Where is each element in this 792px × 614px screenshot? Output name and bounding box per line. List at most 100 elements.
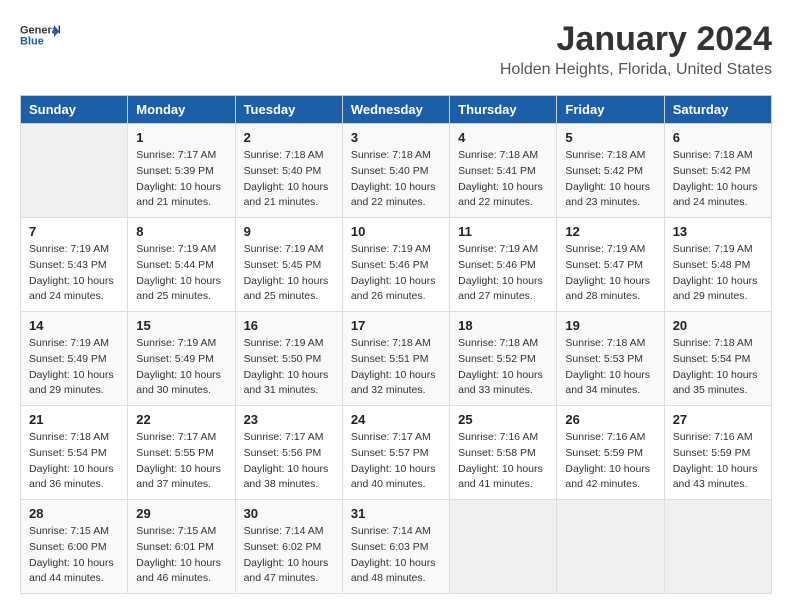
day-info: Sunrise: 7:19 AM Sunset: 5:49 PM Dayligh… [136, 336, 226, 399]
day-number: 5 [565, 130, 655, 145]
day-number: 24 [351, 412, 441, 427]
calendar-cell: 16 Sunrise: 7:19 AM Sunset: 5:50 PM Dayli… [235, 312, 342, 406]
calendar-cell [450, 500, 557, 594]
calendar-cell: 2 Sunrise: 7:18 AM Sunset: 5:40 PM Daylig… [235, 124, 342, 218]
calendar-cell: 7 Sunrise: 7:19 AM Sunset: 5:43 PM Daylig… [21, 218, 128, 312]
day-number: 7 [29, 224, 119, 239]
calendar-cell: 11 Sunrise: 7:19 AM Sunset: 5:46 PM Dayli… [450, 218, 557, 312]
calendar-cell: 24 Sunrise: 7:17 AM Sunset: 5:57 PM Dayli… [342, 406, 449, 500]
calendar-cell: 4 Sunrise: 7:18 AM Sunset: 5:41 PM Daylig… [450, 124, 557, 218]
day-number: 9 [244, 224, 334, 239]
calendar-cell: 8Sunrise: 7:19 AM Sunset: 5:44 PM Daylig… [128, 218, 235, 312]
day-number: 6 [673, 130, 763, 145]
day-number: 31 [351, 506, 441, 521]
day-number: 16 [244, 318, 334, 333]
calendar-cell: 27Sunrise: 7:16 AM Sunset: 5:59 PM Dayli… [664, 406, 771, 500]
calendar-cell: 26Sunrise: 7:16 AM Sunset: 5:59 PM Dayli… [557, 406, 664, 500]
calendar-cell: 1Sunrise: 7:17 AM Sunset: 5:39 PM Daylig… [128, 124, 235, 218]
calendar-cell: 3 Sunrise: 7:18 AM Sunset: 5:40 PM Daylig… [342, 124, 449, 218]
weekday-header-sunday: Sunday [21, 96, 128, 124]
week-row-3: 14 Sunrise: 7:19 AM Sunset: 5:49 PM Dayli… [21, 312, 772, 406]
day-info: Sunrise: 7:18 AM Sunset: 5:54 PM Dayligh… [673, 336, 763, 399]
day-info: Sunrise: 7:14 AM Sunset: 6:02 PM Dayligh… [244, 524, 334, 587]
title-section: January 2024 Holden Heights, Florida, Un… [500, 20, 772, 79]
day-info: Sunrise: 7:19 AM Sunset: 5:45 PM Dayligh… [244, 242, 334, 305]
day-number: 27 [673, 412, 763, 427]
week-row-1: 1Sunrise: 7:17 AM Sunset: 5:39 PM Daylig… [21, 124, 772, 218]
day-info: Sunrise: 7:19 AM Sunset: 5:50 PM Dayligh… [244, 336, 334, 399]
day-info: Sunrise: 7:14 AM Sunset: 6:03 PM Dayligh… [351, 524, 441, 587]
day-number: 4 [458, 130, 548, 145]
day-number: 11 [458, 224, 548, 239]
day-info: Sunrise: 7:17 AM Sunset: 5:55 PM Dayligh… [136, 430, 226, 493]
calendar-cell: 29 Sunrise: 7:15 AM Sunset: 6:01 PM Dayli… [128, 500, 235, 594]
day-info: Sunrise: 7:18 AM Sunset: 5:40 PM Dayligh… [244, 148, 334, 211]
calendar-table: SundayMondayTuesdayWednesdayThursdayFrid… [20, 95, 772, 594]
month-title: January 2024 [500, 20, 772, 59]
day-info: Sunrise: 7:19 AM Sunset: 5:46 PM Dayligh… [351, 242, 441, 305]
day-number: 8 [136, 224, 226, 239]
weekday-header-saturday: Saturday [664, 96, 771, 124]
day-info: Sunrise: 7:18 AM Sunset: 5:40 PM Dayligh… [351, 148, 441, 211]
calendar-cell: 25 Sunrise: 7:16 AM Sunset: 5:58 PM Dayli… [450, 406, 557, 500]
day-number: 28 [29, 506, 119, 521]
weekday-header-monday: Monday [128, 96, 235, 124]
svg-text:Blue: Blue [20, 35, 44, 47]
day-number: 14 [29, 318, 119, 333]
day-number: 19 [565, 318, 655, 333]
calendar-cell: 10Sunrise: 7:19 AM Sunset: 5:46 PM Dayli… [342, 218, 449, 312]
day-info: Sunrise: 7:18 AM Sunset: 5:51 PM Dayligh… [351, 336, 441, 399]
day-info: Sunrise: 7:16 AM Sunset: 5:58 PM Dayligh… [458, 430, 548, 493]
calendar-cell: 13Sunrise: 7:19 AM Sunset: 5:48 PM Dayli… [664, 218, 771, 312]
weekday-header-wednesday: Wednesday [342, 96, 449, 124]
day-info: Sunrise: 7:17 AM Sunset: 5:56 PM Dayligh… [244, 430, 334, 493]
calendar-cell [21, 124, 128, 218]
calendar-cell: 5 Sunrise: 7:18 AM Sunset: 5:42 PM Daylig… [557, 124, 664, 218]
day-number: 30 [244, 506, 334, 521]
day-info: Sunrise: 7:19 AM Sunset: 5:43 PM Dayligh… [29, 242, 119, 305]
calendar-cell: 9 Sunrise: 7:19 AM Sunset: 5:45 PM Daylig… [235, 218, 342, 312]
day-info: Sunrise: 7:15 AM Sunset: 6:01 PM Dayligh… [136, 524, 226, 587]
page-header: General Blue January 2024 Holden Heights… [20, 20, 772, 79]
calendar-cell: 18Sunrise: 7:18 AM Sunset: 5:52 PM Dayli… [450, 312, 557, 406]
day-number: 29 [136, 506, 226, 521]
day-number: 25 [458, 412, 548, 427]
day-info: Sunrise: 7:19 AM Sunset: 5:46 PM Dayligh… [458, 242, 548, 305]
calendar-cell: 21 Sunrise: 7:18 AM Sunset: 5:54 PM Dayli… [21, 406, 128, 500]
day-number: 22 [136, 412, 226, 427]
day-info: Sunrise: 7:18 AM Sunset: 5:54 PM Dayligh… [29, 430, 119, 493]
calendar-cell: 19Sunrise: 7:18 AM Sunset: 5:53 PM Dayli… [557, 312, 664, 406]
day-info: Sunrise: 7:18 AM Sunset: 5:42 PM Dayligh… [565, 148, 655, 211]
calendar-cell: 17 Sunrise: 7:18 AM Sunset: 5:51 PM Dayli… [342, 312, 449, 406]
day-info: Sunrise: 7:19 AM Sunset: 5:48 PM Dayligh… [673, 242, 763, 305]
weekday-header-thursday: Thursday [450, 96, 557, 124]
day-number: 21 [29, 412, 119, 427]
logo-icon: General Blue [20, 20, 60, 50]
day-number: 2 [244, 130, 334, 145]
day-info: Sunrise: 7:18 AM Sunset: 5:42 PM Dayligh… [673, 148, 763, 211]
week-row-5: 28 Sunrise: 7:15 AM Sunset: 6:00 PM Dayli… [21, 500, 772, 594]
day-info: Sunrise: 7:15 AM Sunset: 6:00 PM Dayligh… [29, 524, 119, 587]
day-info: Sunrise: 7:17 AM Sunset: 5:39 PM Dayligh… [136, 148, 226, 211]
day-number: 20 [673, 318, 763, 333]
calendar-cell: 20 Sunrise: 7:18 AM Sunset: 5:54 PM Dayli… [664, 312, 771, 406]
calendar-cell: 22 Sunrise: 7:17 AM Sunset: 5:55 PM Dayli… [128, 406, 235, 500]
calendar-cell: 23Sunrise: 7:17 AM Sunset: 5:56 PM Dayli… [235, 406, 342, 500]
calendar-cell [664, 500, 771, 594]
calendar-cell: 30 Sunrise: 7:14 AM Sunset: 6:02 PM Dayli… [235, 500, 342, 594]
day-info: Sunrise: 7:17 AM Sunset: 5:57 PM Dayligh… [351, 430, 441, 493]
day-info: Sunrise: 7:19 AM Sunset: 5:49 PM Dayligh… [29, 336, 119, 399]
weekday-header-tuesday: Tuesday [235, 96, 342, 124]
day-number: 17 [351, 318, 441, 333]
calendar-cell: 15 Sunrise: 7:19 AM Sunset: 5:49 PM Dayli… [128, 312, 235, 406]
day-number: 15 [136, 318, 226, 333]
calendar-cell: 14 Sunrise: 7:19 AM Sunset: 5:49 PM Dayli… [21, 312, 128, 406]
week-row-4: 21 Sunrise: 7:18 AM Sunset: 5:54 PM Dayli… [21, 406, 772, 500]
day-number: 3 [351, 130, 441, 145]
calendar-cell: 6 Sunrise: 7:18 AM Sunset: 5:42 PM Daylig… [664, 124, 771, 218]
logo: General Blue [20, 20, 60, 50]
day-info: Sunrise: 7:18 AM Sunset: 5:52 PM Dayligh… [458, 336, 548, 399]
day-info: Sunrise: 7:18 AM Sunset: 5:41 PM Dayligh… [458, 148, 548, 211]
weekday-header-row: SundayMondayTuesdayWednesdayThursdayFrid… [21, 96, 772, 124]
day-number: 12 [565, 224, 655, 239]
